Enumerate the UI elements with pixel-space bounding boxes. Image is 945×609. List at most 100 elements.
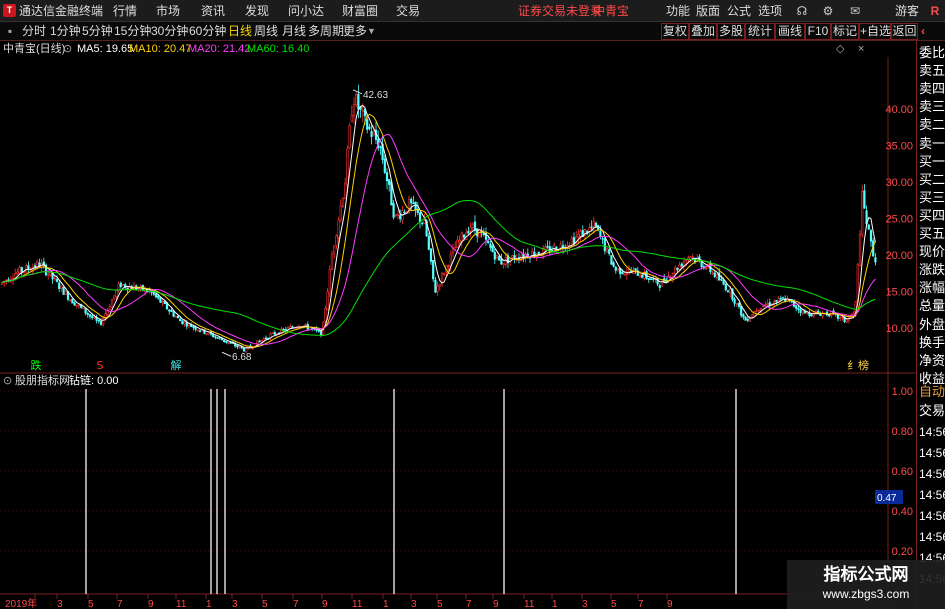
period-more[interactable]: 更多 (343, 24, 367, 39)
tool-fuquan[interactable]: 复权 (661, 23, 689, 40)
chart-area[interactable]: 40.00 35.00 30.00 25.00 20.00 15.00 10.00 1.00 0… (0, 41, 916, 609)
tool-f10[interactable]: F10 (805, 23, 831, 40)
menu-gongneng[interactable]: 功能 (666, 3, 690, 19)
period-weekly[interactable]: 周线 (254, 24, 278, 39)
sidebar-item[interactable]: 自动 (919, 383, 945, 401)
candle-body (775, 300, 778, 303)
sidebar-item[interactable]: 净资 (919, 352, 945, 370)
menu-faxian[interactable]: 发现 (245, 3, 269, 19)
tool-huaxian[interactable]: 画线 (775, 23, 805, 40)
sidebar-item[interactable]: 总量 (919, 297, 945, 315)
candle-body (223, 339, 226, 342)
tool-diejia[interactable]: 叠加 (689, 23, 717, 40)
menu-hangqing[interactable]: 行情 (113, 3, 137, 19)
close-icon[interactable]: × (858, 41, 864, 57)
chat-icon[interactable]: ✉ (846, 2, 864, 20)
candle-body (652, 278, 655, 280)
sidebar-item[interactable]: 买四 (919, 207, 945, 225)
sidebar-item[interactable]: 14:56 (919, 528, 945, 546)
sidebar-item[interactable]: 卖三 (919, 98, 945, 116)
sidebar-item[interactable]: 交易 (919, 402, 945, 420)
period-fenshi[interactable]: 分时 (22, 24, 46, 39)
y-tick-label: 40.00 (885, 104, 913, 116)
candle-body (689, 256, 692, 260)
candle-body (291, 326, 294, 328)
period-monthly[interactable]: 月线 (282, 24, 306, 39)
sidebar-item[interactable]: 卖五 (919, 62, 945, 80)
signal-marker: S (97, 359, 104, 372)
candle-body (346, 148, 349, 186)
candle-body (170, 309, 173, 312)
headset-icon[interactable]: ☊ (793, 2, 811, 20)
sidebar-item[interactable]: 买三 (919, 189, 945, 207)
r-icon[interactable]: R (926, 2, 944, 20)
candle-body (592, 221, 595, 228)
candle-body (858, 234, 862, 266)
user-label[interactable]: 游客 (895, 3, 919, 19)
sidebar-item[interactable]: 换手 (919, 334, 945, 352)
sidebar-item[interactable]: 买一 (919, 153, 945, 171)
trade-login-status[interactable]: 证券交易未登录 (518, 3, 602, 19)
sidebar-item[interactable]: 卖一 (919, 135, 945, 153)
sidebar-item[interactable]: 委比 (919, 44, 945, 62)
period-1min[interactable]: 1分钟 (50, 24, 81, 39)
x-tick-label: 7 (293, 599, 299, 609)
candle-body (333, 245, 336, 254)
candle-body (337, 219, 340, 238)
candle-body (75, 304, 78, 307)
tool-add-favorite[interactable]: +自选 (859, 23, 891, 40)
ma-settings-icon[interactable]: ⊙ (63, 41, 72, 57)
candle-body (570, 238, 573, 244)
settings-icon[interactable]: ⚙ (819, 2, 837, 20)
period-15min[interactable]: 15分钟 (114, 24, 151, 39)
chevron-down-icon[interactable]: ▼ (367, 24, 376, 39)
menu-shichang[interactable]: 市场 (156, 3, 180, 19)
period-30min[interactable]: 30分钟 (151, 24, 188, 39)
panel-toggle-icon[interactable]: ‹ (921, 24, 925, 39)
period-60min[interactable]: 60分钟 (189, 24, 226, 39)
sidebar-item[interactable]: 14:56 (919, 444, 945, 462)
sidebar-item[interactable]: 现价 (919, 243, 945, 261)
candle-body (841, 316, 844, 319)
sidebar-item[interactable]: 14:56 (919, 507, 945, 525)
tool-tongji[interactable]: 统计 (745, 23, 775, 40)
x-tick-label: 9 (493, 599, 499, 609)
candle-body (86, 313, 89, 315)
menu-xuanxiang[interactable]: 选项 (758, 3, 782, 19)
candle-body (427, 235, 430, 250)
sidebar-item[interactable]: 卖四 (919, 80, 945, 98)
sidebar-item[interactable]: 买二 (919, 171, 945, 189)
candle-body (819, 314, 822, 317)
period-5min[interactable]: 5分钟 (82, 24, 113, 39)
tool-duogu[interactable]: 多股 (717, 23, 745, 40)
menu-jiaoyi[interactable]: 交易 (396, 3, 420, 19)
sidebar-item[interactable]: 涨跌 (919, 261, 945, 279)
indicator-settings-icon[interactable]: ⊙ (3, 373, 12, 389)
sidebar-item[interactable]: 14:56 (919, 423, 945, 441)
sidebar-item[interactable]: 外盘 (919, 316, 945, 334)
toolbar-back-icon[interactable]: ▪ (2, 22, 18, 40)
menu-caifuquan[interactable]: 财富圈 (342, 3, 378, 19)
sidebar-item[interactable]: 卖二 (919, 116, 945, 134)
candle-body (434, 279, 437, 293)
candle-body (421, 222, 424, 225)
menu-wenxiaoda[interactable]: 问小达 (288, 3, 324, 19)
sidebar-item[interactable]: 14:56 (919, 465, 945, 483)
tool-back[interactable]: 返回 (891, 23, 918, 40)
candle-body (418, 212, 422, 222)
candle-body (58, 282, 61, 289)
menu-banmian[interactable]: 版面 (696, 3, 720, 19)
sidebar-item[interactable]: 涨幅 (919, 279, 945, 297)
period-daily[interactable]: 日线 (228, 24, 252, 39)
sidebar-item[interactable]: 14:56 (919, 486, 945, 504)
candle-body (869, 230, 873, 242)
x-tick-label: 7 (638, 599, 644, 609)
period-multi[interactable]: 多周期 (308, 24, 344, 39)
tool-biaoji[interactable]: 标记 (831, 23, 859, 40)
diamond-icon[interactable]: ◇ (836, 41, 844, 57)
menu-zixun[interactable]: 资讯 (201, 3, 225, 19)
sidebar-item[interactable]: 买五 (919, 225, 945, 243)
menu-gongshi[interactable]: 公式 (727, 3, 751, 19)
candle-body (392, 203, 395, 218)
ind-y-tick-label: 1.00 (892, 386, 913, 398)
